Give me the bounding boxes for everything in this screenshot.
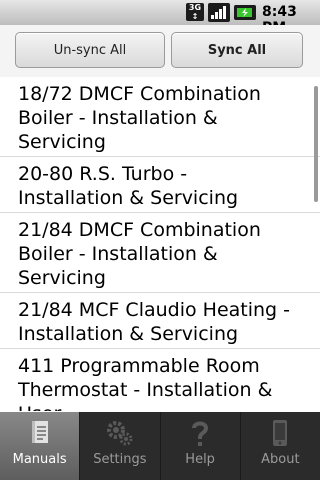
manual-title: 21/84 MCF Claudio Heating - Installation…	[18, 299, 291, 345]
manual-title: 20-80 R.S. Turbo - Installation & Servic…	[18, 163, 239, 209]
signal-icon	[208, 3, 230, 22]
scrollbar-thumb[interactable]	[314, 86, 318, 202]
tab-about[interactable]: About	[241, 412, 320, 480]
network-3g-icon: 3G ↕	[186, 3, 204, 21]
tab-label: Settings	[93, 452, 147, 467]
tab-label: About	[261, 452, 300, 467]
list-item[interactable]: 18/72 DMCF Combination Boiler - Installa…	[0, 77, 320, 157]
list-item[interactable]: 411 Programmable Room Thermostat - Insta…	[0, 349, 320, 411]
tab-label: Manuals	[12, 452, 67, 467]
list-item[interactable]: 21/84 MCF Claudio Heating - Installation…	[0, 293, 320, 349]
tab-help[interactable]: Help	[161, 412, 241, 480]
question-mark-icon	[192, 421, 209, 446]
tab-manuals[interactable]: Manuals	[0, 412, 81, 480]
manuals-list[interactable]: 18/72 DMCF Combination Boiler - Installa…	[0, 77, 320, 411]
tab-settings[interactable]: Settings	[80, 412, 161, 480]
manual-title: 21/84 DMCF Combination Boiler - Installa…	[18, 219, 261, 289]
manual-title: 18/72 DMCF Combination Boiler - Installa…	[18, 83, 261, 153]
manual-title: 411 Programmable Room Thermostat - Insta…	[18, 355, 273, 411]
gears-icon	[106, 421, 133, 446]
network-type-label: 3G	[188, 3, 202, 12]
battery-charging-icon	[234, 5, 256, 20]
sync-all-button[interactable]: Sync All	[171, 32, 303, 68]
list-item[interactable]: 21/84 DMCF Combination Boiler - Installa…	[0, 213, 320, 293]
unsync-all-button[interactable]: Un-sync All	[15, 32, 165, 68]
bottom-tab-bar: Manuals Settings Help About	[0, 412, 320, 480]
tab-label: Help	[185, 452, 215, 467]
phone-icon	[273, 420, 288, 446]
list-item[interactable]: 20-80 R.S. Turbo - Installation & Servic…	[0, 157, 320, 213]
sync-toolbar: Un-sync All Sync All	[0, 25, 320, 77]
status-bar: 3G↕ 8:43 PM	[0, 0, 320, 36]
manual-book-icon	[31, 421, 48, 443]
